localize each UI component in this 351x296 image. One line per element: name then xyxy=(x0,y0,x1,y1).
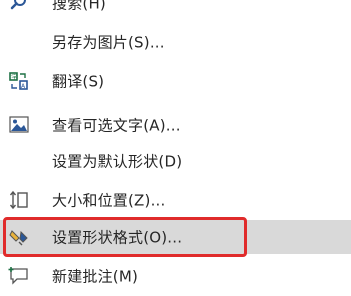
menu-item-set-default-shape[interactable]: 设置为默认形状(D) xyxy=(0,144,351,178)
alt-text-icon xyxy=(6,112,32,138)
menu-item-label: 设置为默认形状(D) xyxy=(52,152,183,171)
new-comment-icon xyxy=(6,263,32,289)
menu-item-translate[interactable]: 字 A 翻译(S) xyxy=(0,64,351,98)
menu-item-label: 设置形状格式(O)... xyxy=(52,228,183,247)
menu-item-size-position[interactable]: 大小和位置(Z)... xyxy=(0,183,351,217)
translate-icon: 字 A xyxy=(6,68,32,94)
search-icon xyxy=(6,0,32,16)
svg-text:字: 字 xyxy=(11,74,17,82)
menu-item-label: 查看可选文字(A)... xyxy=(52,116,181,135)
menu-item-label: 翻译(S) xyxy=(52,72,105,91)
menu-item-label: 搜索(H) xyxy=(52,0,106,13)
menu-item-view-alt-text[interactable]: 查看可选文字(A)... xyxy=(0,108,351,142)
menu-item-label: 新建批注(M) xyxy=(52,267,139,286)
size-position-icon xyxy=(6,187,32,213)
menu-item-new-comment[interactable]: 新建批注(M) xyxy=(0,259,351,293)
menu-item-label: 大小和位置(Z)... xyxy=(52,191,166,210)
format-shape-icon xyxy=(6,224,32,250)
menu-item-search[interactable]: 搜索(H) xyxy=(0,0,351,20)
menu-item-format-shape[interactable]: 设置形状格式(O)... xyxy=(0,220,351,254)
menu-item-label: 另存为图片(S)... xyxy=(52,33,165,52)
menu-item-save-as-picture[interactable]: 另存为图片(S)... xyxy=(0,25,351,59)
context-menu: 搜索(H) 另存为图片(S)... 字 A 翻译(S) 查看可选文字(A)... xyxy=(0,0,351,296)
